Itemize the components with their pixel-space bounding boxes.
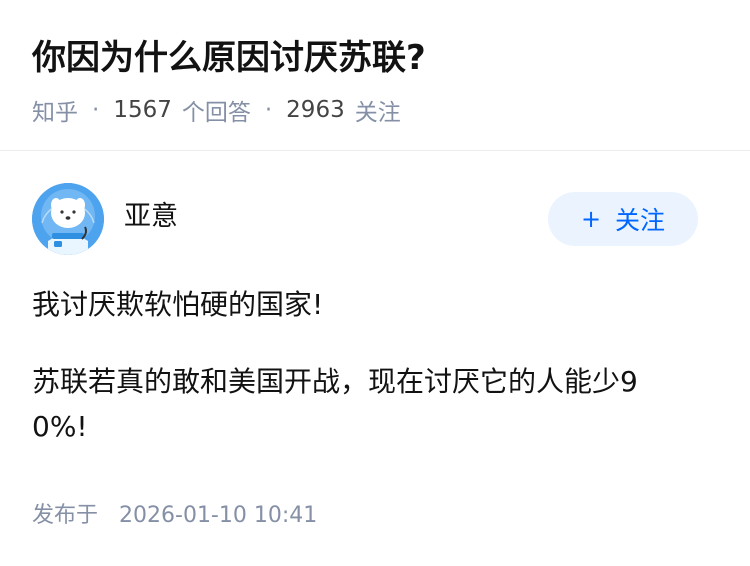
meta-separator-dot: ·: [264, 97, 273, 123]
answer-count: 1567: [113, 97, 172, 123]
question-meta: 知乎 · 1567 个回答 · 2963 关注: [32, 92, 401, 128]
publish-timestamp: 2026-01-10 10:41: [119, 503, 318, 528]
follow-label: 关注: [615, 206, 666, 235]
astronaut-dog-avatar-icon: [32, 183, 104, 255]
follower-count-label: 关注: [354, 100, 401, 126]
answer-publish-time: 发布于 2026-01-10 10:41: [32, 498, 317, 534]
plus-icon: +: [580, 205, 602, 233]
answer-page: 你因为什么原因讨厌苏联? 知乎 · 1567 个回答 · 2963 关注 亚意 …: [0, 0, 750, 566]
publish-label: 发布于: [32, 503, 99, 528]
question-title[interactable]: 你因为什么原因讨厌苏联?: [32, 32, 426, 84]
question-header: 你因为什么原因讨厌苏联? 知乎 · 1567 个回答 · 2963 关注: [0, 0, 750, 151]
author-name[interactable]: 亚意: [124, 199, 178, 235]
source-link[interactable]: 知乎: [32, 93, 78, 127]
answer-content: 我讨厌欺软怕硬的国家! 苏联若真的敢和美国开战，现在讨厌它的人能少90%!: [32, 282, 692, 481]
follow-button[interactable]: + 关注: [548, 192, 698, 246]
author-avatar[interactable]: [32, 183, 104, 255]
follower-count: 2963: [286, 97, 345, 123]
meta-separator-dot: ·: [92, 97, 100, 123]
answer-paragraph: 我讨厌欺软怕硬的国家!: [32, 288, 324, 321]
answer-paragraph: 苏联若真的敢和美国开战，现在讨厌它的人能少90%!: [32, 365, 638, 443]
answer-count-label: 个回答: [181, 100, 251, 126]
answer-author: 亚意 + 关注: [32, 183, 718, 257]
